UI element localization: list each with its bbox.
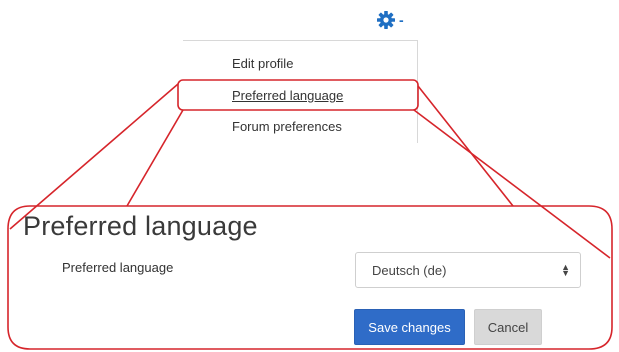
connector-line-right-outer bbox=[413, 109, 611, 259]
user-menu-toggle[interactable]: - bbox=[376, 9, 416, 31]
selected-language-value: Deutsch (de) bbox=[372, 263, 447, 278]
screenshot-stage: - Edit profile Preferred language Forum … bbox=[0, 0, 619, 352]
select-arrows-icon: ▲ ▼ bbox=[561, 262, 570, 278]
connector-line-right-inner bbox=[417, 85, 514, 207]
preferred-language-label: Preferred language bbox=[62, 260, 174, 275]
gear-icon bbox=[376, 10, 396, 30]
menu-item-edit-profile[interactable]: Edit profile bbox=[232, 56, 293, 71]
connector-line-left-outer bbox=[9, 83, 179, 230]
connector-line-left-inner bbox=[126, 109, 184, 207]
language-select[interactable]: Deutsch (de) ▲ ▼ bbox=[355, 252, 581, 288]
menu-item-preferred-language[interactable]: Preferred language bbox=[232, 88, 343, 103]
caret-down-icon: - bbox=[399, 12, 404, 28]
cancel-button[interactable]: Cancel bbox=[474, 309, 542, 345]
page-title: Preferred language bbox=[23, 211, 258, 241]
save-changes-button[interactable]: Save changes bbox=[354, 309, 465, 345]
user-menu-dropdown: Edit profile Preferred language Forum pr… bbox=[183, 40, 418, 143]
menu-item-forum-preferences[interactable]: Forum preferences bbox=[232, 119, 342, 134]
